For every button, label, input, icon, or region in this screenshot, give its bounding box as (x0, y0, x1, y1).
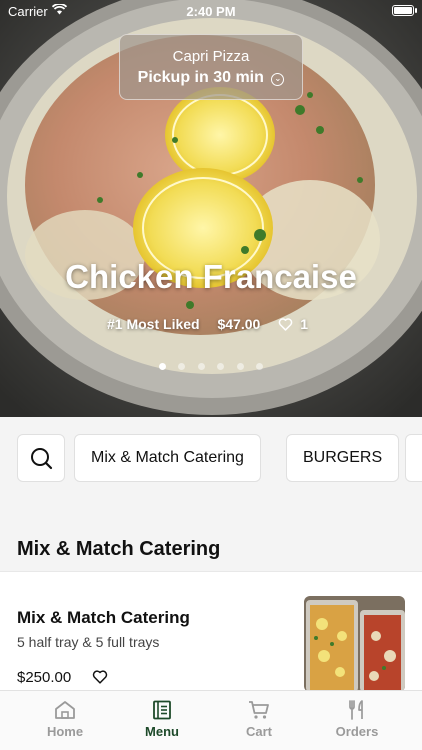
carousel-dot[interactable] (158, 363, 166, 370)
pickup-time-label: Pickup in 30 min (137, 69, 264, 86)
search-icon (31, 448, 53, 470)
featured-likes[interactable]: 1 (278, 316, 315, 332)
tab-cart-label: Cart (245, 724, 272, 739)
featured-price: $47.00 (217, 316, 261, 332)
store-name: Capri Pizza (172, 48, 250, 65)
featured-rank: #1 Most Liked (107, 316, 200, 332)
section-title: Mix & Match Catering (17, 538, 221, 560)
category-pill-mix-match[interactable]: Mix & Match Catering (74, 434, 261, 482)
home-icon (55, 701, 75, 719)
menu-item-card[interactable]: Mix & Match Catering 5 half tray & 5 ful… (0, 571, 422, 692)
category-bar[interactable]: Mix & Match Catering BURGERS (0, 417, 422, 499)
category-pill-burgers[interactable]: BURGERS (286, 434, 400, 482)
pickup-time: Pickup in 30 min ⌄ (120, 69, 302, 87)
menu-item-price: $250.00 (17, 669, 72, 686)
carousel-dot[interactable] (256, 363, 264, 370)
category-pill-next[interactable] (405, 434, 422, 482)
featured-item-meta: #1 Most Liked $47.00 1 (0, 316, 422, 332)
battery-icon (392, 5, 417, 16)
menu-icon (153, 700, 171, 720)
tab-menu[interactable]: Menu (114, 691, 210, 750)
hero-banner[interactable]: Carrier 2:40 PM Capri Pizza Pickup in 30… (0, 0, 422, 417)
tab-home-label: Home (46, 724, 84, 739)
tab-orders[interactable]: Orders (309, 691, 405, 750)
carousel-dot[interactable] (197, 363, 205, 370)
carousel-dot[interactable] (236, 363, 244, 370)
heart-icon (278, 318, 293, 331)
tab-cart[interactable]: Cart (211, 691, 307, 750)
search-button[interactable] (17, 434, 65, 482)
tab-orders-label: Orders (335, 724, 379, 739)
favorite-heart-icon[interactable] (92, 669, 108, 684)
carousel-dot[interactable] (178, 363, 186, 370)
menu-item-name: Mix & Match Catering (17, 608, 190, 627)
tab-menu-label: Menu (145, 724, 179, 739)
menu-item-description: 5 half tray & 5 full trays (17, 634, 160, 650)
pickup-selector[interactable]: Capri Pizza Pickup in 30 min ⌄ (119, 34, 303, 100)
likes-count: 1 (300, 316, 308, 332)
carousel-dots[interactable] (0, 357, 422, 375)
featured-item-title: Chicken Francaise (65, 258, 357, 295)
carousel-dot[interactable] (217, 363, 225, 370)
status-time: 2:40 PM (186, 4, 236, 19)
cart-icon (249, 701, 269, 719)
tab-bar[interactable]: Home Menu Cart Orders (0, 690, 422, 750)
chevron-down-icon: ⌄ (271, 73, 285, 86)
orders-icon (349, 700, 363, 720)
status-bar: Carrier 2:40 PM (0, 0, 422, 22)
tab-home[interactable]: Home (17, 691, 113, 750)
menu-item-image (304, 596, 405, 692)
